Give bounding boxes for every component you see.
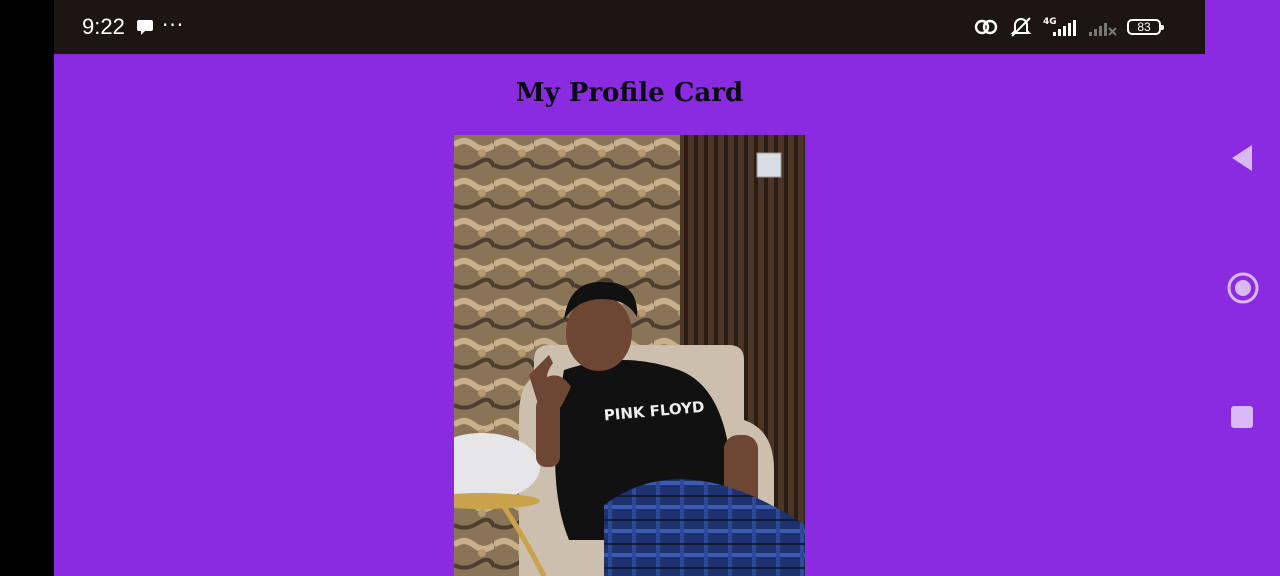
recents-icon[interactable] (1231, 406, 1253, 428)
status-time: 9:22 (82, 14, 125, 39)
battery-level: 83 (1137, 20, 1151, 34)
back-icon[interactable] (1230, 143, 1254, 177)
more-dots-icon: ··· (162, 13, 185, 37)
status-bar: 9:22 ··· 4G 83 (54, 0, 1205, 54)
profile-card-screen: My Profile Card PINK FLOYD (54, 54, 1205, 576)
home-icon[interactable] (1226, 271, 1260, 309)
signal-4g-icon: 4G (1043, 16, 1079, 38)
left-edge-bar (0, 0, 54, 576)
link-icon (973, 17, 999, 37)
chat-bubble-icon (136, 18, 154, 36)
page-title: My Profile Card (515, 78, 744, 108)
signal-no-service-icon (1089, 16, 1117, 38)
profile-photo: PINK FLOYD (454, 135, 805, 576)
battery-icon: 83 (1127, 19, 1164, 35)
system-nav-bar (1205, 0, 1280, 576)
mute-icon (1009, 16, 1033, 38)
network-label: 4G (1043, 17, 1057, 27)
